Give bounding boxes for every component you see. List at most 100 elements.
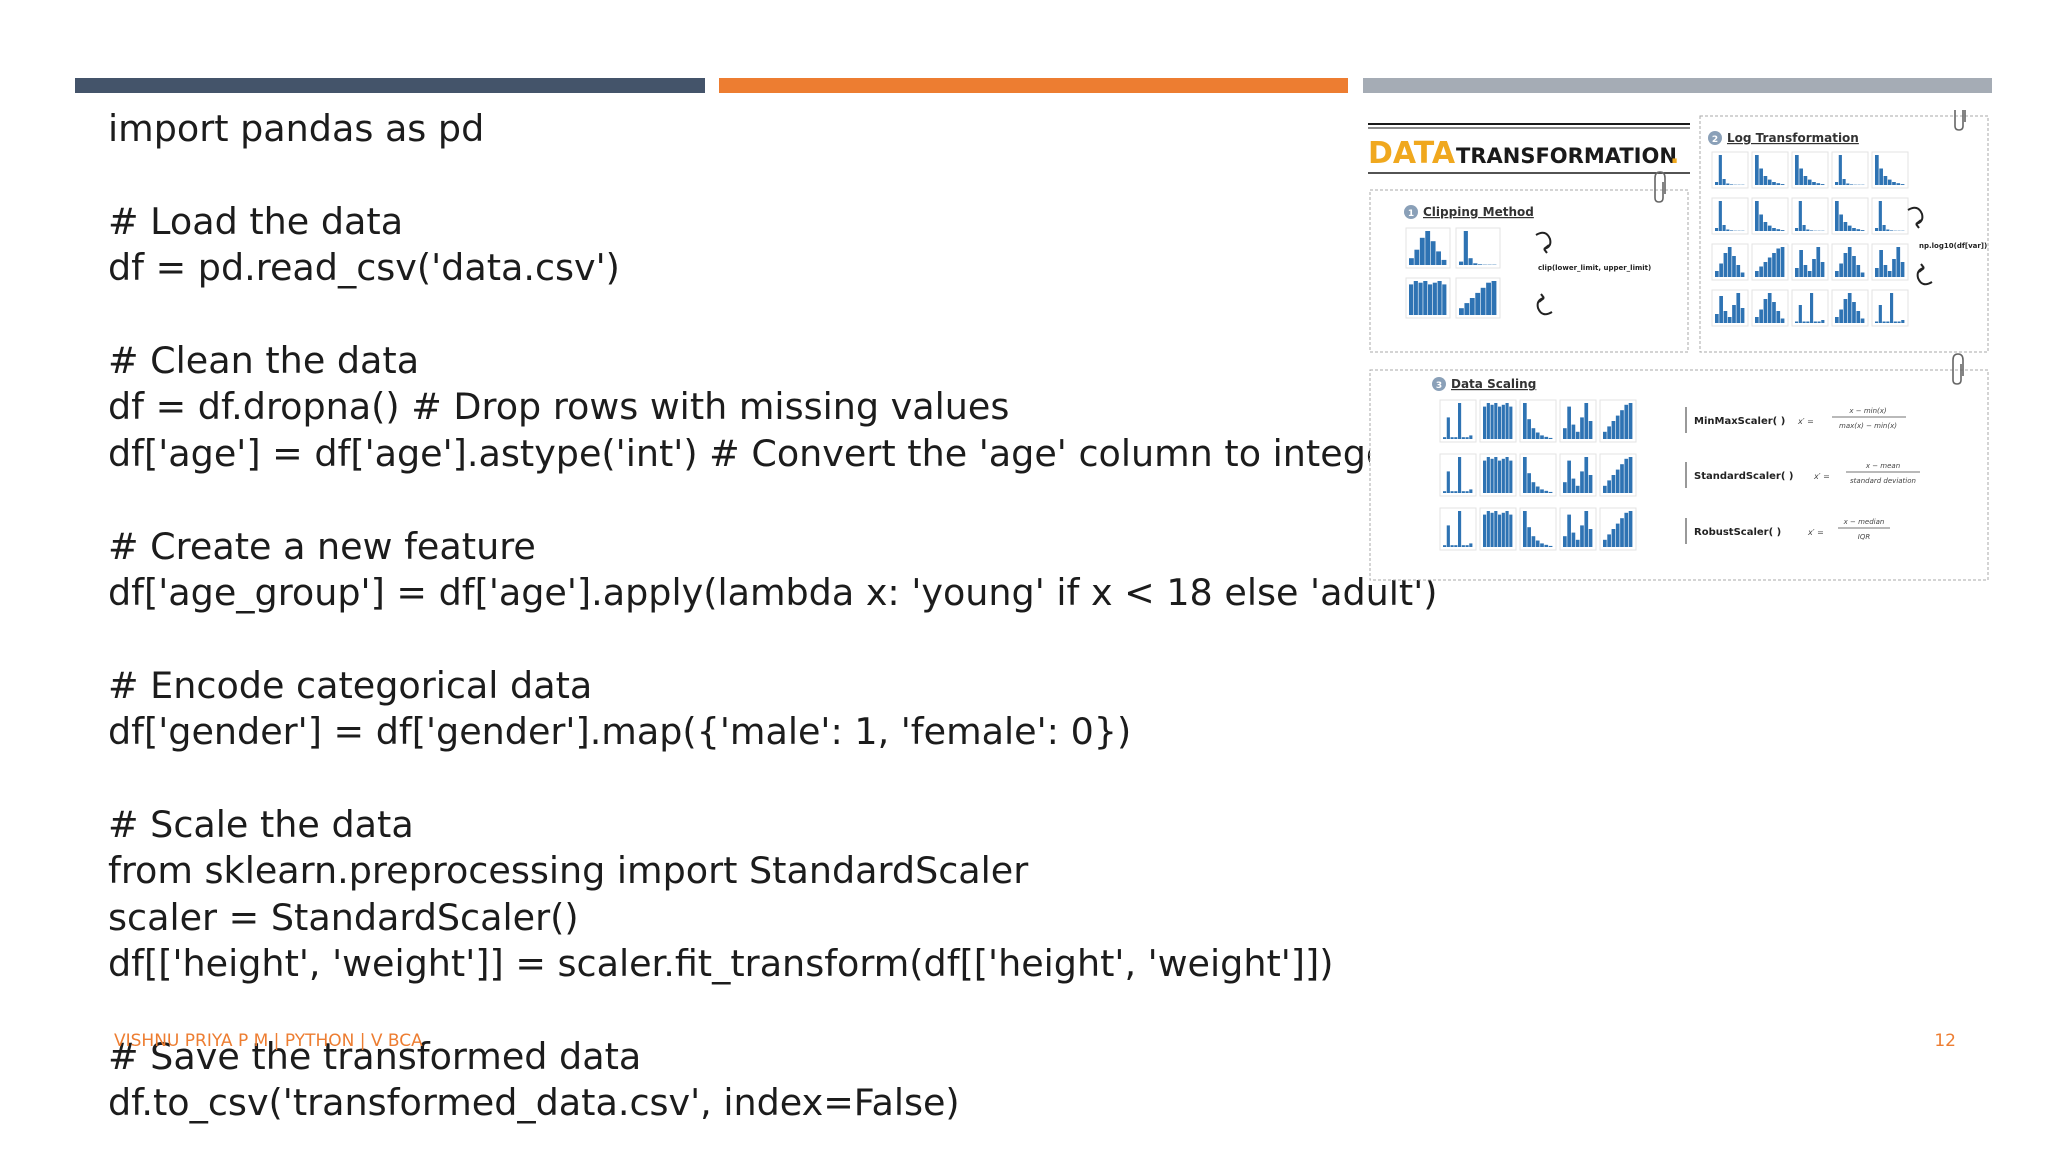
mini-histogram-bar xyxy=(1615,415,1620,439)
mini-histogram-bar xyxy=(1856,311,1861,323)
mini-histogram-bar xyxy=(1715,271,1719,277)
mini-histogram-bar xyxy=(1501,458,1505,493)
mini-histogram-bar xyxy=(1860,230,1865,231)
mini-histogram-bar xyxy=(1575,431,1580,439)
mini-histogram-bar xyxy=(1767,179,1772,185)
mini-histogram-bar xyxy=(1795,268,1799,277)
mini-histogram-bar xyxy=(1795,321,1799,323)
mini-histogram-bar xyxy=(1575,485,1580,493)
mini-histogram-bar xyxy=(1523,511,1527,547)
mini-histogram-bar xyxy=(1465,545,1469,547)
section-number-3: 3 xyxy=(1436,381,1442,391)
mini-histogram-bar xyxy=(1816,183,1821,185)
mini-histogram-bar xyxy=(1483,406,1487,439)
mini-histogram-bar xyxy=(1571,424,1576,439)
mini-histogram-bar xyxy=(1409,258,1414,265)
code-line: # Scale the data xyxy=(108,802,414,846)
code-line: df = pd.read_csv('data.csv') xyxy=(108,246,620,290)
code-line: df = df.dropna() # Drop rows with missin… xyxy=(108,385,1010,429)
mini-histogram-bar xyxy=(1817,321,1821,323)
mini-histogram-bar xyxy=(1882,321,1886,323)
mini-histogram-bar xyxy=(1852,302,1856,323)
mini-histogram-bar xyxy=(1486,457,1490,493)
mini-histogram-bar xyxy=(1428,284,1433,315)
mini-histogram-bar xyxy=(1715,314,1719,323)
mini-histogram-bar xyxy=(1732,256,1736,277)
mini-histogram-bar xyxy=(1886,229,1890,231)
mini-histogram-bar xyxy=(1509,406,1513,439)
mini-histogram-bar xyxy=(1459,261,1464,265)
mini-histogram-bar xyxy=(1803,265,1808,277)
mini-histogram-bar xyxy=(1813,321,1817,323)
mini-histogram-bar xyxy=(1875,321,1879,323)
mini-histogram-bar xyxy=(1896,183,1901,185)
mini-histogram-bar xyxy=(1718,201,1722,231)
code-line: df['gender'] = df['gender'].map({'male':… xyxy=(108,710,1132,754)
mini-histogram-bar xyxy=(1535,486,1540,493)
mini-histogram-bar xyxy=(1473,263,1478,265)
mini-histogram-bar xyxy=(1810,230,1814,231)
mini-histogram-bar xyxy=(1563,428,1567,439)
mini-histogram-bar xyxy=(1715,182,1719,185)
mini-histogram-bar xyxy=(1795,228,1799,231)
mini-histogram-bar xyxy=(1527,473,1531,493)
mini-histogram-bar xyxy=(1588,475,1593,493)
mini-histogram-bar xyxy=(1544,490,1549,493)
scaling-histograms xyxy=(1439,399,1637,551)
mini-histogram-bar xyxy=(1776,311,1781,323)
formula-prefix: x′ = xyxy=(1813,472,1830,481)
mini-histogram-bar xyxy=(1798,201,1802,231)
mini-histogram-bar xyxy=(1810,293,1814,323)
mini-histogram-bar xyxy=(1469,298,1475,315)
mini-histogram-bar xyxy=(1628,511,1633,547)
mini-histogram-bar xyxy=(1719,296,1723,323)
mini-histogram-bar xyxy=(1459,308,1464,315)
mini-histogram-bar xyxy=(1607,480,1611,493)
mini-histogram-bar xyxy=(1806,321,1810,323)
mini-histogram-bar xyxy=(1628,403,1633,439)
mini-histogram-bar xyxy=(1531,428,1536,439)
mini-histogram-bar xyxy=(1843,253,1848,277)
mini-histogram-bar xyxy=(1799,168,1803,185)
data-scaling-title: Data Scaling xyxy=(1451,377,1536,391)
mini-histogram-bar xyxy=(1450,437,1454,439)
clipping-method-title: Clipping Method xyxy=(1423,205,1534,219)
mini-histogram-bar xyxy=(1624,512,1629,547)
mini-histogram-bar xyxy=(1464,303,1470,315)
mini-histogram-bar xyxy=(1458,403,1462,439)
mini-histogram-bar xyxy=(1887,179,1892,185)
mini-histogram-bar xyxy=(1620,410,1624,439)
mini-histogram-bar xyxy=(1628,457,1633,493)
mini-histogram-bar xyxy=(1527,419,1531,439)
mini-histogram-bar xyxy=(1839,214,1843,231)
code-line: df['age'] = df['age'].astype('int') # Co… xyxy=(108,431,1423,475)
footer-author: VISHNU PRIYA P M | PYTHON | V BCA xyxy=(114,1031,423,1051)
mini-histogram-bar xyxy=(1501,404,1505,439)
mini-histogram-bar xyxy=(1883,176,1888,185)
mini-histogram-bar xyxy=(1847,247,1852,277)
mini-histogram-bar xyxy=(1443,437,1447,439)
mini-histogram-bar xyxy=(1465,437,1469,439)
mini-histogram-bar xyxy=(1409,284,1414,315)
mini-histogram-bar xyxy=(1494,511,1498,547)
mini-histogram-bar xyxy=(1446,471,1450,493)
mini-histogram-bar xyxy=(1846,183,1850,185)
mini-histogram-bar xyxy=(1798,305,1802,323)
mini-histogram-bar xyxy=(1802,225,1806,231)
mini-histogram-bar xyxy=(1620,518,1624,547)
mini-histogram-bar xyxy=(1740,272,1745,277)
mini-histogram-bar xyxy=(1806,229,1810,231)
code-line: from sklearn.preprocessing import Standa… xyxy=(108,849,1029,893)
formula-numerator: x − median xyxy=(1843,518,1885,526)
code-line: df.to_csv('transformed_data.csv', index=… xyxy=(108,1081,960,1125)
mini-histogram-bar xyxy=(1875,268,1879,277)
mini-histogram-bar xyxy=(1498,406,1502,439)
mini-histogram-bar xyxy=(1839,309,1843,323)
code-line: import pandas as pd xyxy=(108,107,485,150)
mini-histogram-bar xyxy=(1475,292,1481,315)
mini-histogram-bar xyxy=(1486,403,1490,439)
code-line: df['age_group'] = df['age'].apply(lambda… xyxy=(108,570,1438,614)
